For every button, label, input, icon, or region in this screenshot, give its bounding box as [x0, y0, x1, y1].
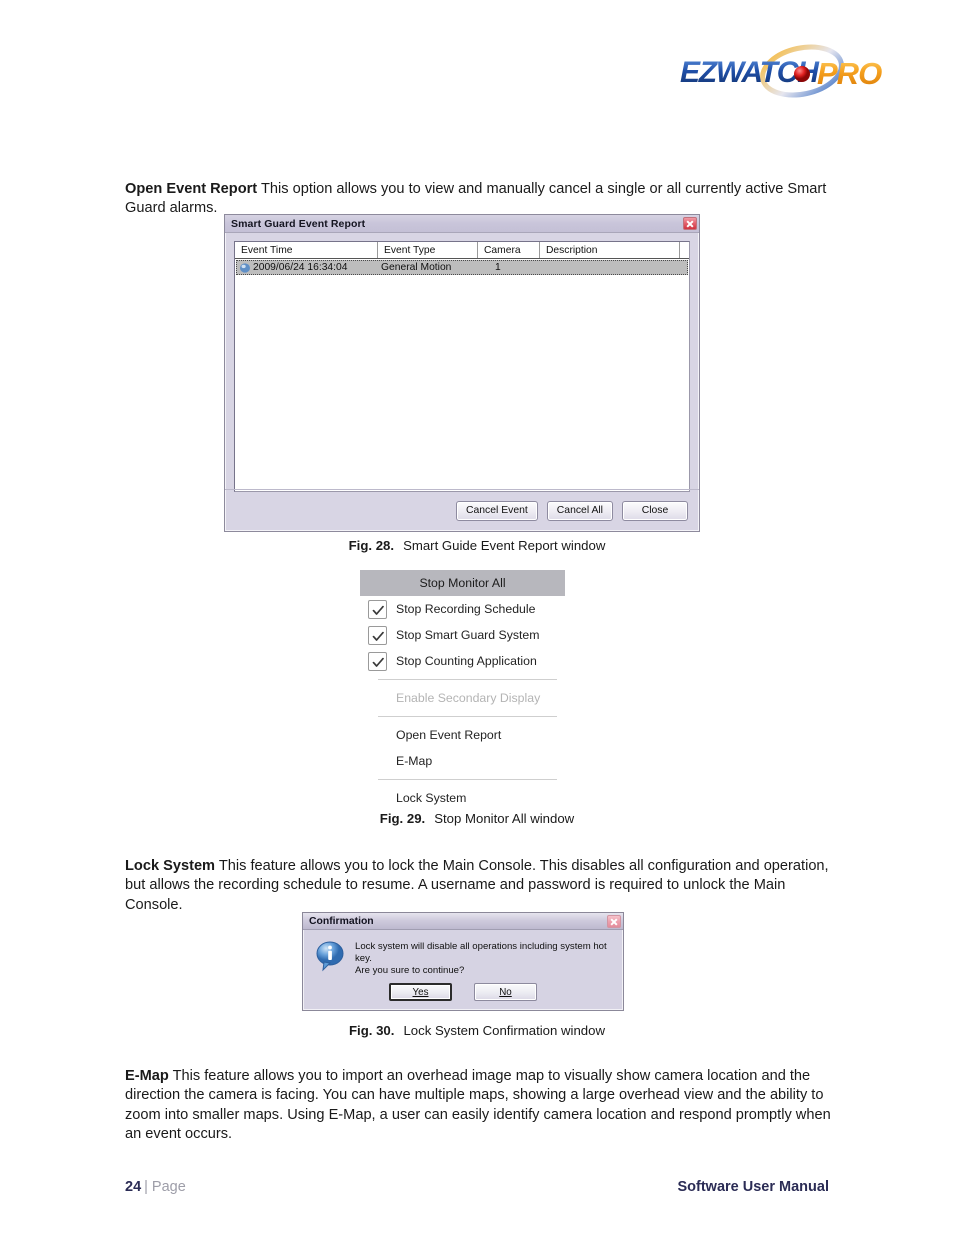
page-header: EZWATCH PRO [674, 40, 904, 102]
menu-item-stop-recording-schedule[interactable]: Stop Recording Schedule [360, 596, 565, 622]
cancel-all-button[interactable]: Cancel All [546, 500, 613, 521]
cell-event-time: 2009/06/24 16:34:04 [253, 262, 348, 273]
event-list[interactable]: Event Time Event Type Camera Description… [234, 241, 690, 492]
alarm-droplet-icon [240, 263, 250, 273]
menu-separator [378, 779, 557, 780]
page-label: | Page [144, 1179, 186, 1195]
menu-item-label: Stop Counting Application [396, 654, 537, 668]
checkbox-checked-icon[interactable] [368, 625, 387, 645]
window-body: Event Time Event Type Camera Description… [225, 233, 699, 492]
info-icon [316, 941, 344, 972]
column-header-event-time[interactable]: Event Time [235, 242, 378, 258]
ezwatch-pro-logo: EZWATCH PRO [674, 40, 904, 102]
menu-item-stop-counting-application[interactable]: Stop Counting Application [360, 648, 565, 674]
checkbox-checked-icon[interactable] [368, 599, 387, 619]
menu-item-e-map[interactable]: E-Map [360, 748, 565, 774]
term-e-map: E-Map [125, 1067, 169, 1084]
logo-graphic: EZWATCH PRO [680, 44, 883, 98]
dialog-content: Lock system will disable all operations … [303, 930, 623, 977]
term-open-event-report: Open Event Report [125, 180, 258, 197]
yes-button-label: Yes [412, 986, 429, 998]
figure-caption-30: Fig. 30. Lock System Confirmation window [0, 1023, 954, 1038]
no-button-label: No [499, 986, 512, 998]
smart-guard-event-report-window[interactable]: Smart Guard Event Report Event Time Even… [224, 214, 700, 532]
figure-number: Fig. 30. [349, 1023, 395, 1038]
dialog-message-line1: Lock system will disable all operations … [355, 941, 607, 964]
menu-separator [378, 679, 557, 680]
menu-item-label: Stop Recording Schedule [396, 602, 536, 616]
term-lock-system: Lock System [125, 857, 216, 874]
paragraph-lock-system: Lock System This feature allows you to l… [125, 857, 831, 916]
menu-item-label: Stop Monitor All [419, 576, 506, 590]
column-header-camera[interactable]: Camera [478, 242, 540, 258]
menu-item-enable-secondary-display: Enable Secondary Display [360, 685, 565, 711]
close-icon[interactable] [683, 217, 697, 230]
no-button[interactable]: No [474, 983, 537, 1001]
menu-item-label: Enable Secondary Display [396, 691, 541, 705]
menu-item-label: Lock System [396, 791, 467, 805]
figure-text: Stop Monitor All window [434, 811, 575, 826]
column-header-description[interactable]: Description [540, 242, 680, 258]
text-lock-system: This feature allows you to lock the Main… [125, 857, 829, 913]
window-footer: Cancel Event Cancel All Close [225, 489, 699, 531]
dialog-message: Lock system will disable all operations … [355, 939, 613, 977]
menu-item-label: Stop Smart Guard System [396, 628, 540, 642]
checkbox-checked-icon[interactable] [368, 651, 387, 671]
dialog-title: Confirmation [309, 915, 374, 927]
window-title: Smart Guard Event Report [231, 217, 366, 230]
menu-item-label: Open Event Report [396, 728, 502, 742]
manual-title: Software User Manual [677, 1179, 830, 1195]
yes-button[interactable]: Yes [389, 983, 452, 1001]
cell-event-type: General Motion [381, 262, 452, 273]
menu-separator [378, 716, 557, 717]
footer-page-indicator: 24 | Page [125, 1179, 186, 1195]
cell-camera: 1 [495, 262, 501, 273]
menu-item-stop-smart-guard-system[interactable]: Stop Smart Guard System [360, 622, 565, 648]
menu-item-label: E-Map [396, 754, 433, 768]
text-e-map: This feature allows you to import an ove… [125, 1067, 831, 1143]
paragraph-open-event-report: Open Event Report This option allows you… [125, 180, 831, 219]
figure-number: Fig. 29. [379, 811, 426, 826]
menu-item-open-event-report[interactable]: Open Event Report [360, 722, 565, 748]
close-button[interactable]: Close [622, 500, 688, 521]
stop-monitor-all-menu[interactable]: Stop Monitor All Stop Recording Schedule… [360, 570, 565, 811]
svg-text:PRO: PRO [817, 56, 882, 91]
figure-caption-28: Fig. 28. Smart Guide Event Report window [0, 538, 954, 553]
page-number: 24 [125, 1179, 142, 1195]
dialog-message-line2: Are you sure to continue? [355, 965, 465, 976]
figure-text: Lock System Confirmation window [403, 1023, 605, 1038]
window-titlebar: Smart Guard Event Report [225, 215, 699, 233]
event-list-header: Event Time Event Type Camera Description [235, 242, 689, 259]
figure-number: Fig. 28. [348, 538, 395, 553]
dialog-titlebar: Confirmation [303, 913, 623, 930]
figure-text: Smart Guide Event Report window [403, 538, 606, 553]
cancel-event-button[interactable]: Cancel Event [455, 500, 538, 521]
paragraph-e-map: E-Map This feature allows you to import … [125, 1067, 831, 1145]
confirmation-dialog[interactable]: Confirmation Lock system will disable al… [302, 912, 624, 1011]
column-header-event-type[interactable]: Event Type [378, 242, 478, 258]
close-icon[interactable] [607, 914, 621, 928]
page-footer: 24 | Page Software User Manual [125, 1172, 829, 1202]
menu-item-stop-monitor-all[interactable]: Stop Monitor All [360, 570, 565, 596]
menu-item-lock-system[interactable]: Lock System [360, 785, 565, 811]
table-row[interactable]: 2009/06/24 16:34:04 General Motion 1 [236, 260, 688, 275]
dialog-buttons: Yes No [303, 983, 623, 1001]
figure-caption-29: Fig. 29. Stop Monitor All window [0, 811, 954, 826]
column-header-spacer[interactable] [680, 242, 689, 258]
